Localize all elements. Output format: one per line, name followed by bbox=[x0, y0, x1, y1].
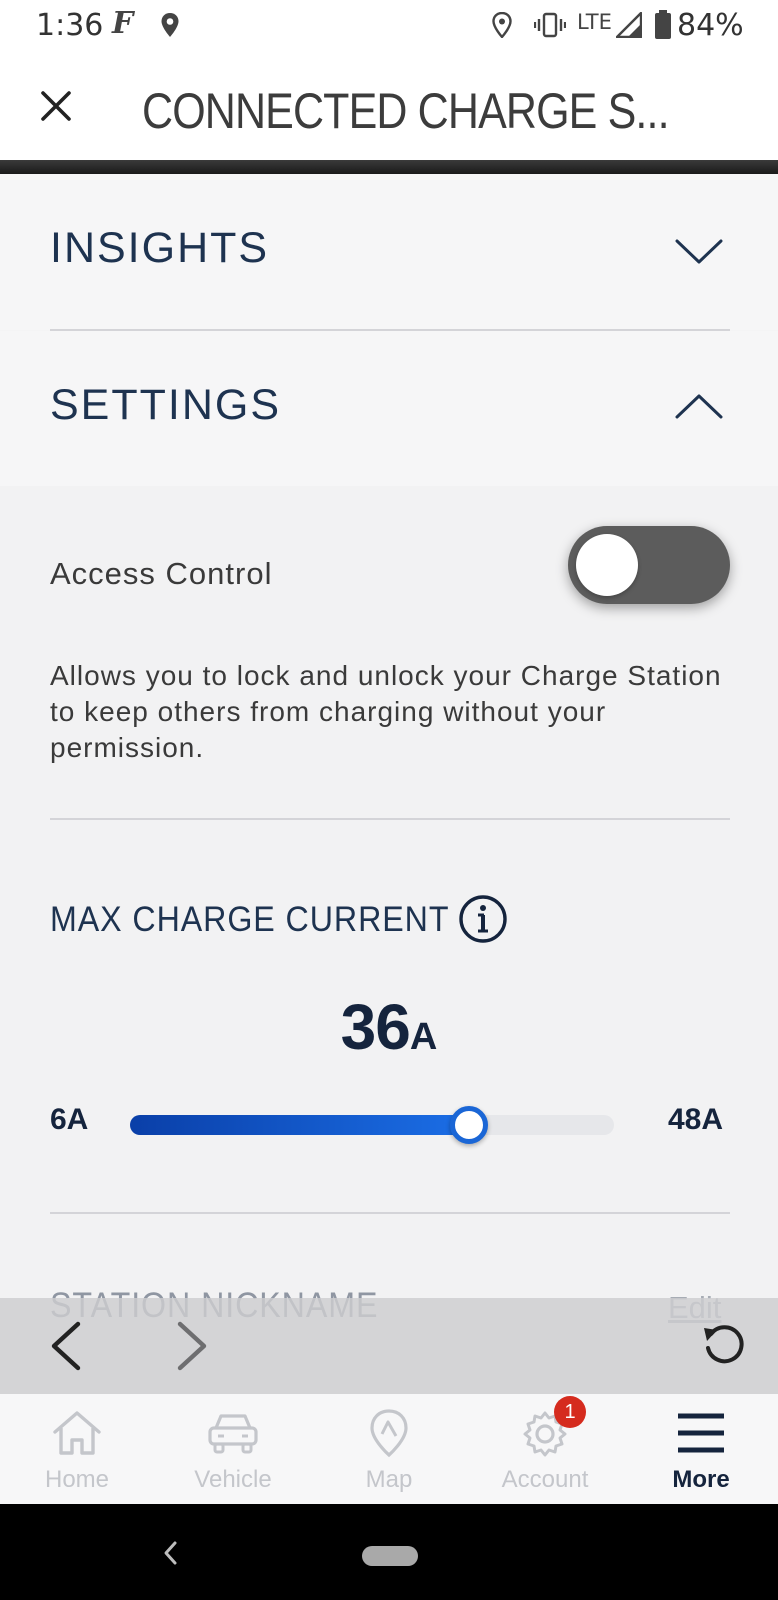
status-time: 1:36 bbox=[36, 8, 104, 43]
tab-map[interactable]: Map bbox=[314, 1394, 464, 1504]
access-control-toggle[interactable] bbox=[568, 526, 730, 604]
battery-icon bbox=[655, 10, 671, 39]
insights-accordion-header[interactable]: INSIGHTS bbox=[0, 174, 778, 330]
tab-label: Account bbox=[501, 1466, 589, 1493]
tab-label: Map bbox=[365, 1466, 413, 1493]
access-control-label: Access Control bbox=[50, 556, 273, 591]
app-header: CONNECTED CHARGE S... bbox=[0, 54, 778, 160]
system-home-pill[interactable] bbox=[362, 1546, 418, 1566]
system-back-icon[interactable] bbox=[160, 1538, 180, 1568]
signal-icon bbox=[616, 12, 642, 38]
tab-home[interactable]: Home bbox=[2, 1394, 152, 1504]
app-notification-icon: F bbox=[112, 6, 134, 41]
max-charge-current-value: 36A bbox=[0, 990, 778, 1064]
chevron-up-icon bbox=[675, 394, 723, 419]
home-icon bbox=[53, 1411, 101, 1455]
settings-panel bbox=[0, 486, 778, 1298]
settings-label: SETTINGS bbox=[50, 381, 282, 429]
tab-vehicle[interactable]: Vehicle bbox=[158, 1394, 308, 1504]
current-unit: A bbox=[409, 1016, 438, 1058]
tab-more[interactable]: More bbox=[626, 1394, 776, 1504]
location-icon bbox=[492, 12, 512, 38]
chevron-down-icon bbox=[675, 239, 723, 264]
slider-max-label: 48A bbox=[668, 1103, 724, 1136]
back-arrow-icon[interactable] bbox=[44, 1320, 88, 1372]
slider-min-label: 6A bbox=[50, 1103, 89, 1136]
battery-percent: 84% bbox=[677, 8, 744, 43]
vibrate-icon bbox=[534, 12, 566, 38]
map-pin-icon bbox=[370, 1409, 408, 1458]
network-type: LTE bbox=[577, 10, 612, 34]
divider bbox=[50, 1212, 730, 1214]
refresh-icon[interactable] bbox=[700, 1322, 748, 1370]
page-title: CONNECTED CHARGE S... bbox=[142, 83, 670, 139]
car-icon bbox=[208, 1414, 258, 1454]
system-navigation-bar bbox=[0, 1504, 778, 1600]
menu-icon bbox=[678, 1413, 724, 1453]
info-icon[interactable] bbox=[458, 894, 508, 944]
web-navigation-bar bbox=[0, 1298, 778, 1394]
insights-label: INSIGHTS bbox=[50, 224, 270, 272]
access-control-description: Allows you to lock and unlock your Charg… bbox=[50, 660, 722, 763]
charge-current-slider[interactable] bbox=[130, 1106, 614, 1144]
slider-fill bbox=[130, 1115, 469, 1135]
current-number: 36 bbox=[340, 991, 411, 1063]
close-icon[interactable] bbox=[34, 84, 78, 128]
tab-account[interactable]: 1 Account bbox=[470, 1394, 620, 1504]
status-bar: 1:36 F LTE 84% bbox=[0, 0, 778, 54]
divider bbox=[50, 818, 730, 820]
bottom-tab-bar: Home Vehicle Map 1 Account More bbox=[0, 1394, 778, 1504]
settings-accordion-header[interactable]: SETTINGS bbox=[0, 331, 778, 486]
tab-label: More bbox=[672, 1466, 730, 1493]
tab-label: Vehicle bbox=[194, 1466, 272, 1493]
header-divider bbox=[0, 160, 778, 174]
forward-arrow-icon[interactable] bbox=[170, 1320, 214, 1372]
notification-badge: 1 bbox=[554, 1396, 586, 1428]
slider-thumb[interactable] bbox=[449, 1106, 488, 1144]
max-charge-current-title: MAX CHARGE CURRENT bbox=[50, 900, 450, 939]
location-icon bbox=[161, 13, 179, 37]
tab-label: Home bbox=[44, 1466, 110, 1493]
toggle-knob bbox=[576, 534, 638, 596]
